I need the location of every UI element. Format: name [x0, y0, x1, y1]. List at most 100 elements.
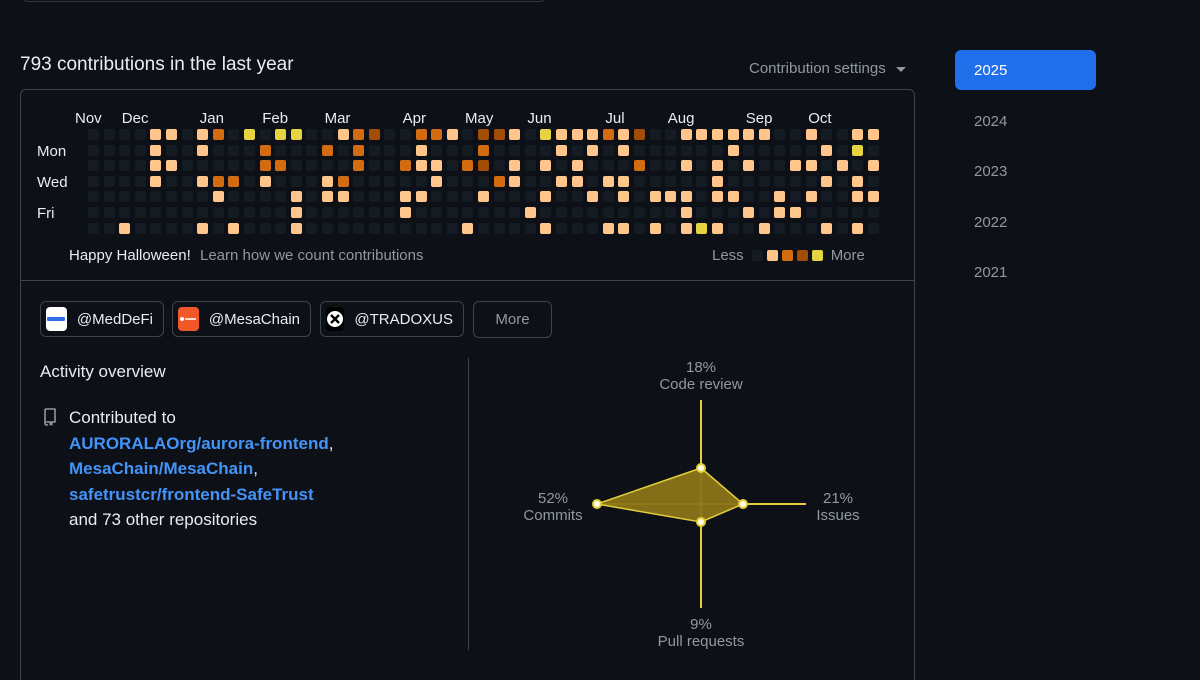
contribution-day[interactable]: [415, 175, 427, 187]
contribution-day[interactable]: [758, 160, 770, 172]
contribution-day[interactable]: [602, 175, 614, 187]
contribution-day[interactable]: [571, 191, 583, 203]
contribution-day[interactable]: [587, 144, 599, 156]
contribution-day[interactable]: [462, 175, 474, 187]
contribution-day[interactable]: [743, 175, 755, 187]
contribution-day[interactable]: [88, 191, 99, 203]
contribution-day[interactable]: [119, 175, 131, 187]
contribution-day[interactable]: [743, 129, 755, 140]
contribution-day[interactable]: [431, 175, 443, 187]
contribution-day[interactable]: [322, 144, 333, 156]
contribution-day[interactable]: [384, 129, 396, 140]
contribution-day[interactable]: [540, 144, 552, 156]
contribution-day[interactable]: [119, 160, 131, 172]
contribution-day[interactable]: [727, 160, 739, 172]
contribution-day[interactable]: [836, 207, 848, 218]
contribution-day[interactable]: [821, 222, 833, 234]
contribution-day[interactable]: [212, 144, 224, 156]
contribution-day[interactable]: [228, 144, 240, 156]
contribution-day[interactable]: [134, 207, 146, 218]
contribution-day[interactable]: [774, 222, 786, 234]
contribution-day[interactable]: [743, 144, 755, 156]
org-button-meddefi[interactable]: @MedDeFi: [40, 301, 164, 337]
contribution-day[interactable]: [368, 129, 380, 140]
contribution-day[interactable]: [353, 144, 365, 156]
contribution-day[interactable]: [758, 191, 770, 203]
contribution-day[interactable]: [852, 207, 864, 218]
contribution-day[interactable]: [462, 207, 474, 218]
contribution-day[interactable]: [696, 160, 708, 172]
contribution-day[interactable]: [696, 222, 708, 234]
contribution-day[interactable]: [712, 191, 723, 203]
contribution-day[interactable]: [836, 222, 848, 234]
year-2023[interactable]: 2023: [955, 151, 1096, 191]
contribution-day[interactable]: [821, 191, 833, 203]
contribution-day[interactable]: [415, 129, 427, 140]
contribution-day[interactable]: [368, 144, 380, 156]
year-2021[interactable]: 2021: [955, 252, 1096, 292]
contribution-day[interactable]: [618, 160, 630, 172]
contribution-day[interactable]: [571, 144, 583, 156]
contribution-day[interactable]: [509, 175, 521, 187]
contribution-day[interactable]: [337, 160, 349, 172]
contribution-day[interactable]: [665, 144, 677, 156]
contribution-day[interactable]: [431, 160, 443, 172]
contribution-day[interactable]: [680, 191, 692, 203]
contribution-day[interactable]: [290, 207, 302, 218]
contribution-day[interactable]: [524, 160, 536, 172]
contribution-day[interactable]: [618, 191, 630, 203]
contribution-day[interactable]: [88, 129, 99, 140]
contribution-day[interactable]: [384, 207, 396, 218]
contribution-day[interactable]: [244, 129, 255, 140]
contribution-day[interactable]: [727, 207, 739, 218]
contribution-day[interactable]: [400, 144, 411, 156]
contribution-day[interactable]: [556, 207, 567, 218]
contribution-day[interactable]: [353, 207, 365, 218]
contribution-day[interactable]: [524, 129, 536, 140]
contribution-day[interactable]: [509, 222, 521, 234]
contribution-day[interactable]: [462, 129, 474, 140]
contribution-day[interactable]: [774, 207, 786, 218]
contribution-day[interactable]: [852, 129, 864, 140]
contribution-day[interactable]: [852, 191, 864, 203]
contribution-day[interactable]: [790, 144, 801, 156]
contribution-day[interactable]: [322, 160, 333, 172]
contribution-day[interactable]: [587, 207, 599, 218]
contribution-day[interactable]: [197, 129, 209, 140]
contribution-day[interactable]: [680, 144, 692, 156]
contribution-day[interactable]: [462, 191, 474, 203]
contribution-day[interactable]: [727, 222, 739, 234]
contribution-day[interactable]: [805, 144, 817, 156]
contribution-day[interactable]: [88, 207, 99, 218]
contribution-day[interactable]: [368, 222, 380, 234]
contribution-day[interactable]: [103, 191, 115, 203]
contribution-day[interactable]: [509, 129, 521, 140]
contribution-day[interactable]: [665, 175, 677, 187]
contribution-day[interactable]: [353, 191, 365, 203]
contribution-day[interactable]: [696, 144, 708, 156]
contribution-day[interactable]: [493, 222, 505, 234]
contribution-day[interactable]: [290, 160, 302, 172]
contribution-day[interactable]: [493, 129, 505, 140]
contribution-day[interactable]: [368, 175, 380, 187]
contribution-day[interactable]: [415, 160, 427, 172]
contribution-day[interactable]: [88, 175, 99, 187]
contribution-day[interactable]: [868, 129, 879, 140]
contribution-day[interactable]: [758, 175, 770, 187]
contribution-day[interactable]: [821, 207, 833, 218]
contribution-day[interactable]: [493, 191, 505, 203]
contribution-day[interactable]: [166, 144, 177, 156]
contribution-day[interactable]: [212, 191, 224, 203]
contribution-day[interactable]: [587, 129, 599, 140]
contribution-day[interactable]: [571, 222, 583, 234]
contribution-day[interactable]: [602, 144, 614, 156]
contribution-day[interactable]: [634, 175, 645, 187]
contribution-day[interactable]: [212, 175, 224, 187]
contribution-day[interactable]: [103, 222, 115, 234]
contribution-day[interactable]: [119, 207, 131, 218]
contribution-day[interactable]: [400, 207, 411, 218]
contribution-day[interactable]: [758, 144, 770, 156]
contribution-day[interactable]: [384, 160, 396, 172]
contribution-day[interactable]: [415, 191, 427, 203]
contribution-day[interactable]: [712, 144, 723, 156]
